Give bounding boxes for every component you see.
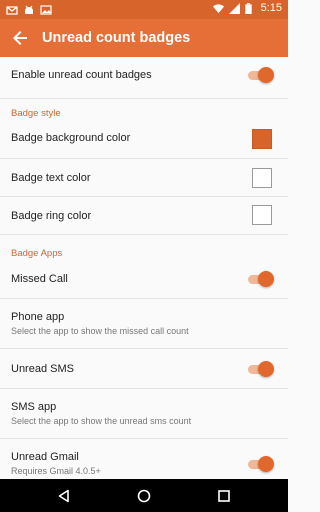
- badge-style-header: Badge style: [11, 108, 61, 119]
- signal-icon: [228, 2, 240, 14]
- badge-ring-color-swatch[interactable]: [252, 205, 272, 225]
- clock: 5:15: [260, 2, 282, 14]
- unread-sms-toggle[interactable]: [246, 361, 274, 377]
- badge-text-color-label: Badge text color: [11, 172, 91, 184]
- page-title: Unread count badges: [42, 30, 191, 46]
- toggle-thumb: [258, 361, 274, 377]
- badge-text-color-swatch[interactable]: [252, 168, 272, 188]
- nav-home-button[interactable]: [135, 487, 153, 505]
- unread-sms-label: Unread SMS: [11, 363, 74, 375]
- unread-gmail-summary: Requires Gmail 4.0.5+: [11, 466, 101, 476]
- badge-ring-color-row[interactable]: Badge ring color: [0, 197, 288, 235]
- unread-gmail-label: Unread Gmail: [11, 451, 79, 463]
- badge-ring-color-label: Badge ring color: [11, 210, 92, 222]
- enable-badges-row[interactable]: Enable unread count badges: [0, 57, 288, 99]
- phone-app-summary: Select the app to show the missed call c…: [11, 326, 189, 336]
- sms-app-summary: Select the app to show the unread sms co…: [11, 416, 192, 426]
- navigation-bar: [0, 479, 288, 512]
- badge-bg-color-label: Badge background color: [11, 132, 131, 144]
- badge-bg-color-swatch[interactable]: [252, 129, 272, 149]
- status-bar: 5:15: [0, 0, 288, 19]
- sms-app-label: SMS app: [11, 401, 57, 413]
- circle-home-icon: [137, 489, 151, 503]
- missed-call-label: Missed Call: [11, 273, 68, 285]
- battery-icon: [244, 2, 256, 14]
- settings-list[interactable]: Enable unread count badges Badge style B…: [0, 57, 288, 479]
- phone-app-row[interactable]: Phone app Select the app to show the mis…: [0, 299, 288, 349]
- nav-back-button[interactable]: [55, 487, 73, 505]
- android-debug-icon: [23, 3, 35, 15]
- missed-call-row[interactable]: Missed Call: [0, 261, 288, 299]
- enable-badges-label: Enable unread count badges: [11, 69, 152, 81]
- badge-text-color-row[interactable]: Badge text color: [0, 159, 288, 197]
- badge-apps-header: Badge Apps: [11, 248, 63, 259]
- phone-app-label: Phone app: [11, 311, 65, 323]
- unread-gmail-row[interactable]: Unread Gmail Requires Gmail 4.0.5+: [0, 439, 288, 479]
- back-button[interactable]: [2, 19, 38, 57]
- unread-sms-row[interactable]: Unread SMS: [0, 349, 288, 389]
- wifi-icon: [212, 3, 224, 14]
- nav-recents-button[interactable]: [215, 487, 233, 505]
- arrow-back-icon: [13, 31, 27, 45]
- toggle-thumb: [258, 271, 274, 287]
- enable-badges-toggle[interactable]: [246, 67, 274, 83]
- missed-call-toggle[interactable]: [246, 271, 274, 287]
- image-icon: [40, 3, 52, 15]
- toggle-thumb: [258, 67, 274, 83]
- badge-bg-color-row[interactable]: Badge background color: [0, 119, 288, 159]
- notification-icon: [6, 3, 18, 15]
- toggle-thumb: [258, 456, 274, 472]
- app-bar: Unread count badges: [0, 19, 288, 57]
- square-recents-icon: [218, 490, 230, 502]
- triangle-back-icon: [58, 489, 69, 503]
- unread-gmail-toggle[interactable]: [246, 456, 274, 472]
- sms-app-row[interactable]: SMS app Select the app to show the unrea…: [0, 389, 288, 439]
